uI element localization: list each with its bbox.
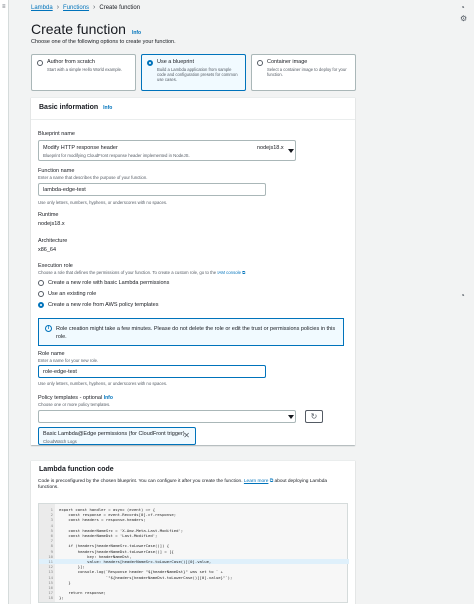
chevron-right-icon: › [56, 4, 60, 11]
breadcrumb: Lambda › Functions › Create function [31, 4, 140, 11]
architecture-field: Architecture x86_64 [38, 238, 68, 253]
panel-title: Basic information [39, 104, 99, 111]
page-title: Create function Info [31, 21, 141, 37]
refresh-icon: ↻ [310, 412, 318, 421]
menu-icon[interactable]: ≡ [2, 4, 6, 10]
function-code-panel: Lambda function code Code is preconfigur… [31, 460, 355, 604]
create-options: Author from scratch Start with a simple … [31, 54, 356, 91]
info-link[interactable]: Info [132, 30, 141, 36]
learn-more-link[interactable]: Learn more [244, 479, 269, 484]
option-container-image[interactable]: Container image Select a container image… [251, 54, 356, 91]
panel-title: Lambda function code [39, 466, 114, 473]
info-link[interactable]: Info [103, 105, 112, 111]
radio-icon[interactable] [38, 280, 44, 286]
external-link-icon: ⧉ [269, 479, 274, 484]
chevron-right-icon: › [93, 4, 96, 11]
role-creation-alert: i Role creation might take a few minutes… [38, 318, 344, 346]
external-link-icon: ⧉ [242, 270, 246, 275]
chevron-down-icon [288, 415, 294, 419]
policy-templates-select[interactable] [38, 410, 296, 423]
role-name-input[interactable]: role-edge-test [38, 365, 266, 378]
function-name-input[interactable]: lambda-edge-test [38, 183, 266, 196]
blueprint-runtime: nodejs18.x [257, 145, 284, 151]
page-title-text: Create function [31, 21, 126, 37]
option-desc: Start with a simple Hello World example. [47, 67, 123, 72]
function-name-field: Function name Enter a name that describe… [38, 168, 148, 180]
radio-icon[interactable] [38, 291, 44, 297]
radio-icon[interactable] [257, 60, 263, 66]
radio-icon[interactable] [147, 60, 153, 66]
chevron-down-icon [288, 149, 294, 153]
blueprint-select[interactable]: Modify HTTP response header nodejs18.x B… [38, 140, 296, 161]
function-name-constraint: Use only letters, numbers, hyphens, or u… [38, 200, 168, 205]
info-link[interactable]: Info [104, 395, 113, 401]
role-name-constraint: Use only letters, numbers, hyphens, or u… [38, 381, 168, 386]
option-label: Container image [267, 59, 308, 65]
settings-icon[interactable]: ⚙ [460, 15, 467, 23]
radio-icon[interactable] [37, 60, 43, 66]
breadcrumb-lambda[interactable]: Lambda [31, 5, 53, 11]
role-name-field: Role name Enter a name for your new role… [38, 351, 99, 363]
blueprint-label: Blueprint name [38, 131, 75, 137]
option-label: Author from scratch [47, 59, 95, 65]
role-option-existing[interactable]: Use an existing role [38, 291, 96, 297]
info-icon: i [45, 325, 52, 332]
policy-templates-field: Policy templates - optional Info Choose … [38, 395, 113, 407]
blueprint-sub: Blueprint for modifying CloudFront respo… [43, 153, 190, 158]
runtime-value: nodejs18.x [38, 221, 65, 227]
architecture-value: x86_64 [38, 247, 57, 253]
blueprint-value: Modify HTTP response header [43, 145, 118, 151]
code-line: 18}; [39, 595, 349, 600]
option-desc: Select a container image to deploy for y… [267, 67, 347, 77]
breadcrumb-functions[interactable]: Functions [63, 5, 89, 11]
policy-token: Basic Lambda@Edge permissions (for Cloud… [38, 427, 196, 445]
runtime-field: Runtime nodejs18.x [38, 212, 65, 227]
page-description: Choose one of the following options to c… [31, 39, 176, 45]
code-description: Code is preconfigured by the chosen blue… [38, 479, 328, 490]
remove-icon[interactable]: ✕ [183, 431, 190, 440]
panel-header: Basic information Info [31, 98, 355, 120]
breadcrumb-current: Create function [99, 4, 141, 11]
left-rail: ≡ [0, 0, 9, 604]
option-desc: Build a Lambda application from sample c… [157, 67, 238, 82]
iam-console-link[interactable]: IAM console [217, 270, 241, 275]
option-author-from-scratch[interactable]: Author from scratch Start with a simple … [31, 54, 136, 91]
line-number: 18 [48, 595, 53, 601]
option-use-blueprint[interactable]: Use a blueprint Build a Lambda applicati… [141, 54, 246, 91]
basic-information-panel: Basic information Info Blueprint name Mo… [31, 97, 355, 445]
role-option-policy-templates[interactable]: Create a new role from AWS policy templa… [38, 302, 158, 308]
execution-role-field: Execution role Choose a role that define… [38, 263, 246, 275]
right-rail: ◔ ⚙ ◔ [456, 0, 474, 604]
code-text: }; [59, 595, 64, 601]
radio-icon[interactable] [38, 302, 44, 308]
role-option-basic[interactable]: Create a new role with basic Lambda perm… [38, 280, 169, 286]
panel-header: Lambda function code [31, 461, 355, 475]
help-icon[interactable]: ◔ [460, 292, 465, 300]
notifications-icon[interactable]: ◔ [460, 4, 465, 12]
refresh-button[interactable]: ↻ [305, 410, 323, 423]
option-label: Use a blueprint [157, 59, 194, 65]
code-editor[interactable]: 1 export const handler = async (event) =>… [38, 503, 349, 603]
